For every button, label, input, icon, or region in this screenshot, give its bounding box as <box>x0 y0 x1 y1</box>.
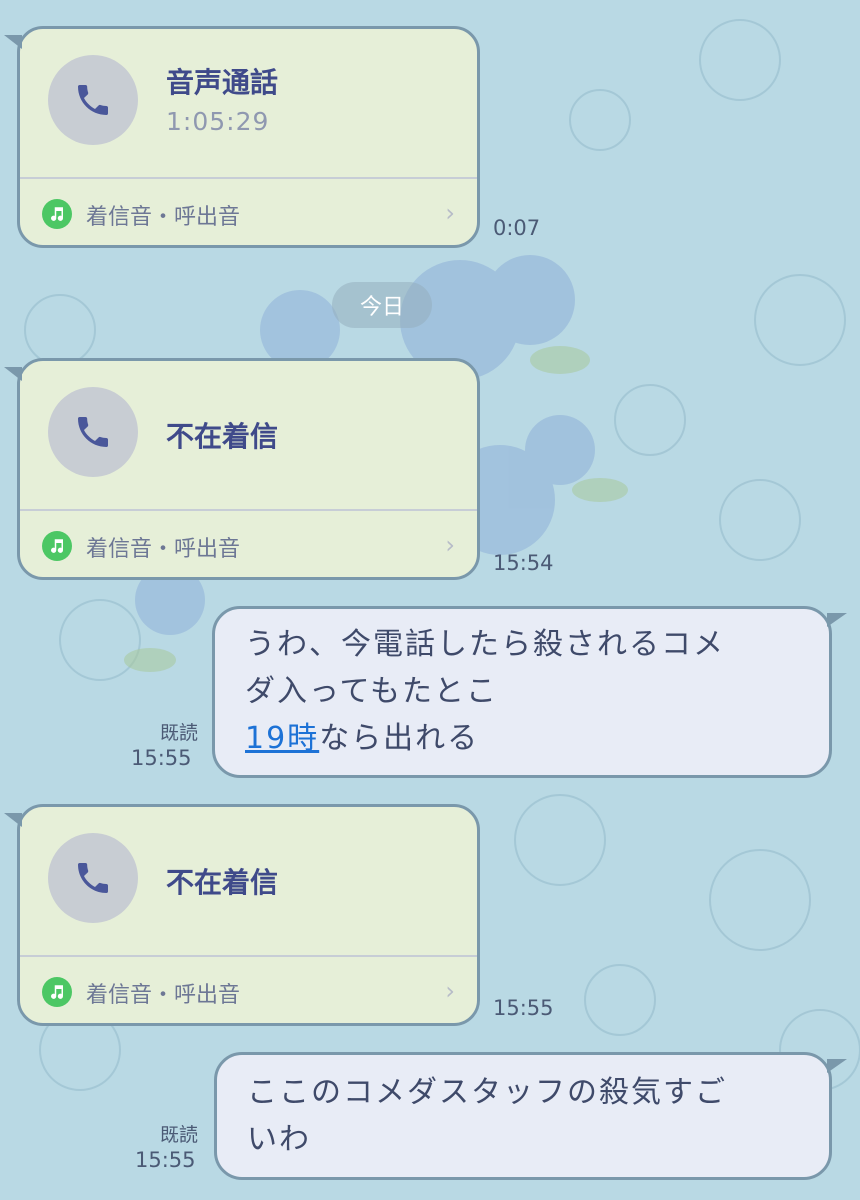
call-duration: 1:05:29 <box>166 107 270 136</box>
call-info: 不在着信 <box>20 361 477 509</box>
call-bubble[interactable]: 音声通話 1:05:29 着信音・呼出音 › <box>4 26 480 249</box>
call-title: 音声通話 <box>166 66 279 99</box>
call-info: 音声通話 1:05:29 <box>20 29 477 177</box>
music-note-icon <box>42 977 72 1007</box>
phone-icon <box>48 55 138 145</box>
message-time: 15:54 <box>493 551 554 575</box>
read-receipt: 既読 <box>159 1124 198 1146</box>
message-line: うわ、今電話したら殺されるコメ <box>245 627 725 662</box>
message-bubble[interactable]: ここのコメダスタッフの殺気すご いわ <box>214 1052 847 1180</box>
call-info: 不在着信 <box>20 807 477 955</box>
message-line: ここのコメダスタッフの殺気すご <box>247 1075 727 1110</box>
ringtone-row[interactable]: 着信音・呼出音 › <box>20 957 477 1027</box>
ringtone-label: 着信音・呼出音 <box>86 205 241 230</box>
call-bubble[interactable]: 不在着信 着信音・呼出音 › <box>4 358 480 581</box>
ringtone-label: 着信音・呼出音 <box>86 537 241 562</box>
message-text: ここのコメダスタッフの殺気すご いわ <box>247 1069 799 1163</box>
read-receipt: 既読 <box>159 722 198 744</box>
message-time: 15:55 <box>135 1148 196 1172</box>
message-line: ダ入ってもたとこ <box>245 674 498 709</box>
call-title: 不在着信 <box>166 866 279 899</box>
call-bubble[interactable]: 不在着信 着信音・呼出音 › <box>4 804 480 1027</box>
message-text: うわ、今電話したら殺されるコメ ダ入ってもたとこ 19時なら出れる <box>245 621 799 762</box>
chevron-right-icon: › <box>445 531 455 559</box>
chevron-right-icon: › <box>445 199 455 227</box>
chevron-right-icon: › <box>445 977 455 1005</box>
message-time: 15:55 <box>493 996 554 1020</box>
ringtone-row[interactable]: 着信音・呼出音 › <box>20 511 477 581</box>
ringtone-row[interactable]: 着信音・呼出音 › <box>20 179 477 249</box>
message-line-rest: なら出れる <box>319 721 480 756</box>
message-time: 15:55 <box>131 746 192 770</box>
time-link[interactable]: 19時 <box>245 721 319 756</box>
message-bubble[interactable]: うわ、今電話したら殺されるコメ ダ入ってもたとこ 19時なら出れる <box>212 606 847 778</box>
message-time: 0:07 <box>493 216 541 240</box>
call-title: 不在着信 <box>166 420 279 453</box>
message-line: いわ <box>247 1122 311 1157</box>
music-note-icon <box>42 531 72 561</box>
ringtone-label: 着信音・呼出音 <box>86 983 241 1008</box>
phone-icon <box>48 387 138 477</box>
phone-icon <box>48 833 138 923</box>
date-separator: 今日 <box>332 282 432 328</box>
message-line: 19時なら出れる <box>245 715 799 762</box>
music-note-icon <box>42 199 72 229</box>
